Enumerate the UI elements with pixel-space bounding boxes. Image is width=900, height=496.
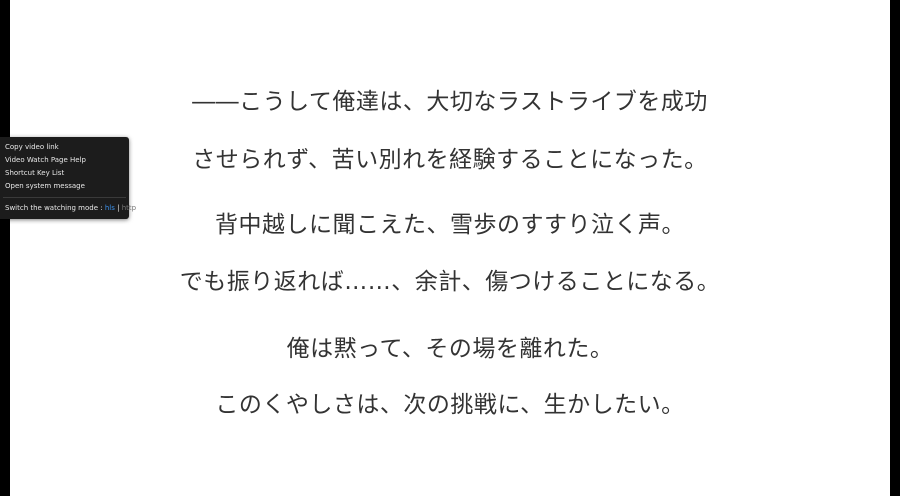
mode-separator: | bbox=[114, 204, 122, 212]
subtitle-line: ――こうして俺達は、大切なラストライブを成功 bbox=[192, 89, 708, 115]
copy-video-link-menu-item[interactable]: Copy video link bbox=[5, 143, 59, 152]
mode-hls-option[interactable]: hls bbox=[105, 204, 115, 212]
subtitle-line: 俺は黙って、その場を離れた。 bbox=[286, 336, 614, 362]
watching-mode-row: Switch the watching mode : hls | http bbox=[5, 204, 136, 213]
video-frame[interactable]: ――こうして俺達は、大切なラストライブを成功 させられず、苦い別れを経験すること… bbox=[10, 0, 890, 496]
shortcut-key-list-menu-item[interactable]: Shortcut Key List bbox=[5, 169, 64, 178]
subtitle-line: でも振り返れば……、余計、傷つけることになる。 bbox=[179, 269, 721, 295]
subtitle-line: させられず、苦い別れを経験することになった。 bbox=[192, 147, 708, 173]
watching-mode-label: Switch the watching mode : bbox=[5, 204, 105, 212]
open-system-message-menu-item[interactable]: Open system message bbox=[5, 182, 85, 191]
mode-http-option[interactable]: http bbox=[122, 204, 136, 212]
context-menu: Copy video link Video Watch Page Help Sh… bbox=[0, 137, 136, 219]
menu-divider bbox=[3, 197, 126, 198]
subtitle-line: 背中越しに聞こえた、雪歩のすすり泣く声。 bbox=[215, 212, 685, 238]
video-watch-page-help-menu-item[interactable]: Video Watch Page Help bbox=[5, 156, 86, 165]
subtitle-line: このくやしさは、次の挑戦に、生かしたい。 bbox=[215, 392, 685, 418]
